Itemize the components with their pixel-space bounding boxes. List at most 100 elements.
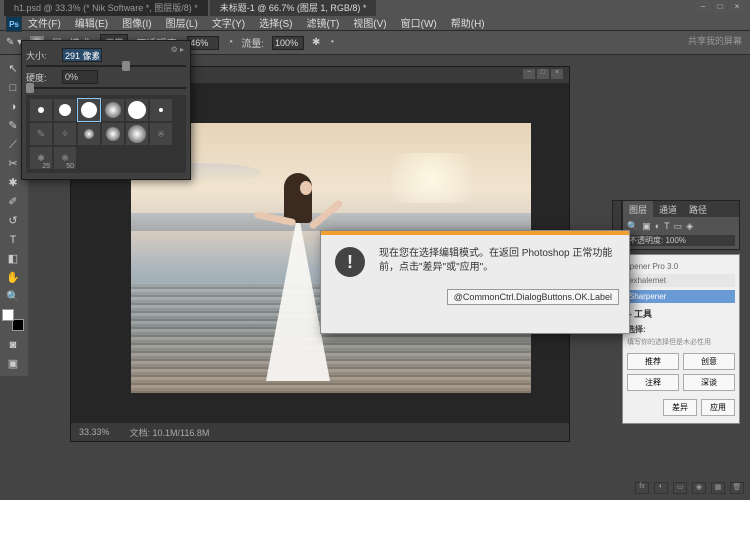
share-screen-label[interactable]: 共享我的屏幕: [688, 34, 742, 47]
plugin-apply-button[interactable]: 应用: [701, 399, 735, 416]
plugin-item-selected[interactable]: Sharpener: [627, 290, 735, 303]
brush-preset[interactable]: [126, 123, 148, 145]
photoshop-window: h1.psd @ 33.3% (* Nik Software *, 图层版/8)…: [0, 0, 750, 500]
brush-preset[interactable]: ✎: [30, 123, 52, 145]
doc-info: 文档: 10.1M/116.8M: [130, 426, 210, 439]
foreground-color[interactable]: [2, 309, 14, 321]
brush-preset[interactable]: [78, 123, 100, 145]
type-tool[interactable]: T: [2, 230, 24, 248]
brush-preset[interactable]: [54, 99, 76, 121]
filter-pill[interactable]: T: [664, 221, 670, 231]
quickmask-tool[interactable]: ◙: [2, 335, 24, 353]
ps-logo-icon: Ps: [6, 16, 22, 32]
minimize-button[interactable]: −: [696, 1, 710, 13]
filter-pill[interactable]: ▭: [674, 221, 683, 232]
pressure-size-icon[interactable]: ◔: [328, 37, 334, 48]
brush-hardness-value: 0%: [62, 70, 98, 84]
plugin-title: rpener Pro 3.0: [627, 262, 735, 271]
menu-help[interactable]: 帮助(H): [451, 15, 485, 30]
airbrush-icon[interactable]: ✱: [312, 37, 320, 48]
panel-btn[interactable]: ◉: [692, 482, 706, 494]
brush-tool-icon[interactable]: ✎ ▾: [6, 37, 22, 48]
doc-tab-2[interactable]: 未标题-1 @ 66.7% (图层 1, RGB/8) *: [210, 0, 377, 16]
menu-bar: 文件(F) 编辑(E) 图像(I) 图层(L) 文字(Y) 选择(S) 滤镜(T…: [0, 15, 750, 31]
menu-file[interactable]: 文件(F): [28, 15, 61, 30]
dialog-ok-button[interactable]: @CommonCtrl.DialogButtons.OK.Label: [447, 289, 619, 305]
doc-close[interactable]: ×: [551, 69, 563, 79]
brush-preset[interactable]: ✱25: [30, 147, 52, 169]
brush-size-label: 大小:: [26, 49, 56, 62]
brush-preset[interactable]: [30, 99, 52, 121]
brush-preset[interactable]: ❋50: [54, 147, 76, 169]
doc-tab-1[interactable]: h1.psd @ 33.3% (* Nik Software *, 图层版/8)…: [4, 0, 208, 16]
panel-btn[interactable]: ▦: [711, 482, 725, 494]
brush-hardness-label: 硬度:: [26, 71, 56, 84]
warning-icon: !: [335, 247, 365, 277]
menu-filter[interactable]: 滤镜(T): [307, 15, 340, 30]
gradient-tool[interactable]: ◧: [2, 249, 24, 267]
panel-btn[interactable]: ▭: [673, 482, 687, 494]
panel-btn[interactable]: ◐: [654, 482, 668, 494]
plugin-section-tools[interactable]: ▸ 工具: [627, 307, 735, 320]
brush-preset[interactable]: ※: [150, 123, 172, 145]
plugin-btn-recommend[interactable]: 推荐: [627, 353, 679, 370]
menu-view[interactable]: 视图(V): [353, 15, 386, 30]
modal-dialog: ! 现在您在选择编辑模式。在返回 Photoshop 正常功能前，点击"差异"或…: [320, 230, 630, 334]
filter-pill[interactable]: ▣: [642, 221, 651, 232]
menu-image[interactable]: 图像(I): [122, 15, 151, 30]
filter-pill[interactable]: ◐: [655, 221, 660, 231]
panel-btn[interactable]: fx: [635, 482, 649, 494]
brush-size-slider[interactable]: [26, 65, 186, 67]
flow-label: 流量:: [241, 35, 264, 50]
plugin-desc: 填写你的选择但是木必性用: [627, 337, 735, 347]
menu-layer[interactable]: 图层(L): [166, 15, 198, 30]
brush-preset[interactable]: [102, 123, 124, 145]
dialog-message: 现在您在选择编辑模式。在返回 Photoshop 正常功能前，点击"差异"或"应…: [379, 247, 615, 277]
nik-plugin-panel: rpener Pro 3.0 exhalemet Sharpener ▸ 工具 …: [622, 254, 740, 424]
doc-minimize[interactable]: −: [523, 69, 535, 79]
document-tabbar: h1.psd @ 33.3% (* Nik Software *, 图层版/8)…: [0, 0, 750, 15]
menu-edit[interactable]: 编辑(E): [75, 15, 108, 30]
tab-paths[interactable]: 路径: [683, 201, 713, 217]
screenmode-tool[interactable]: ▣: [2, 354, 24, 372]
plugin-btn-creative[interactable]: 创意: [683, 353, 735, 370]
plugin-item[interactable]: exhalemet: [627, 274, 735, 287]
pressure-opacity-icon[interactable]: ◔: [227, 37, 233, 48]
close-button[interactable]: ×: [730, 1, 744, 13]
zoom-tool[interactable]: 🔍: [2, 287, 24, 305]
zoom-level[interactable]: 33.33%: [79, 427, 110, 437]
color-swatches[interactable]: [2, 309, 24, 331]
doc-maximize[interactable]: □: [537, 69, 549, 79]
plugin-btn-note[interactable]: 注释: [627, 374, 679, 391]
panel-menu-icon[interactable]: ⚙ ▸: [171, 45, 184, 54]
brush-size-input[interactable]: [62, 48, 102, 62]
flow-input[interactable]: [272, 36, 304, 50]
brush-hardness-slider[interactable]: [26, 87, 186, 89]
filter-pill[interactable]: ◈: [686, 221, 693, 232]
brush-presets: ✎ ✧ ※ ✱25 ❋50: [26, 95, 186, 173]
hand-tool[interactable]: ✋: [2, 268, 24, 286]
maximize-button[interactable]: □: [713, 1, 727, 13]
panel-bottom-buttons: fx ◐ ▭ ◉ ▦ 🗑: [635, 482, 744, 494]
brush-preset[interactable]: [78, 99, 100, 121]
plugin-cancel-button[interactable]: 差异: [663, 399, 697, 416]
menu-select[interactable]: 选择(S): [259, 15, 292, 30]
brush-preset[interactable]: [102, 99, 124, 121]
plugin-btn-deep[interactable]: 深谈: [683, 374, 735, 391]
brush-preset[interactable]: [126, 99, 148, 121]
tab-channels[interactable]: 通道: [653, 201, 683, 217]
brush-picker-panel: ⚙ ▸ 大小: 硬度: 0% ✎ ✧ ※ ✱25 ❋50: [21, 40, 191, 180]
status-bar: 33.33% 文档: 10.1M/116.8M: [71, 423, 569, 441]
layer-opacity[interactable]: 不透明度: 100%: [627, 235, 735, 246]
history-tool[interactable]: ↺: [2, 211, 24, 229]
opacity-input[interactable]: [187, 36, 219, 50]
brush-preset[interactable]: [150, 99, 172, 121]
tab-layers[interactable]: 图层: [623, 201, 653, 217]
canvas-image: [391, 153, 471, 203]
menu-window[interactable]: 窗口(W): [401, 15, 437, 30]
brush-tool[interactable]: ✐: [2, 192, 24, 210]
brush-preset[interactable]: ✧: [54, 123, 76, 145]
layers-panel: 图层 通道 路径 🔍▣◐T▭◈ 不透明度: 100%: [622, 200, 740, 250]
trash-icon[interactable]: 🗑: [730, 482, 744, 494]
menu-type[interactable]: 文字(Y): [212, 15, 245, 30]
